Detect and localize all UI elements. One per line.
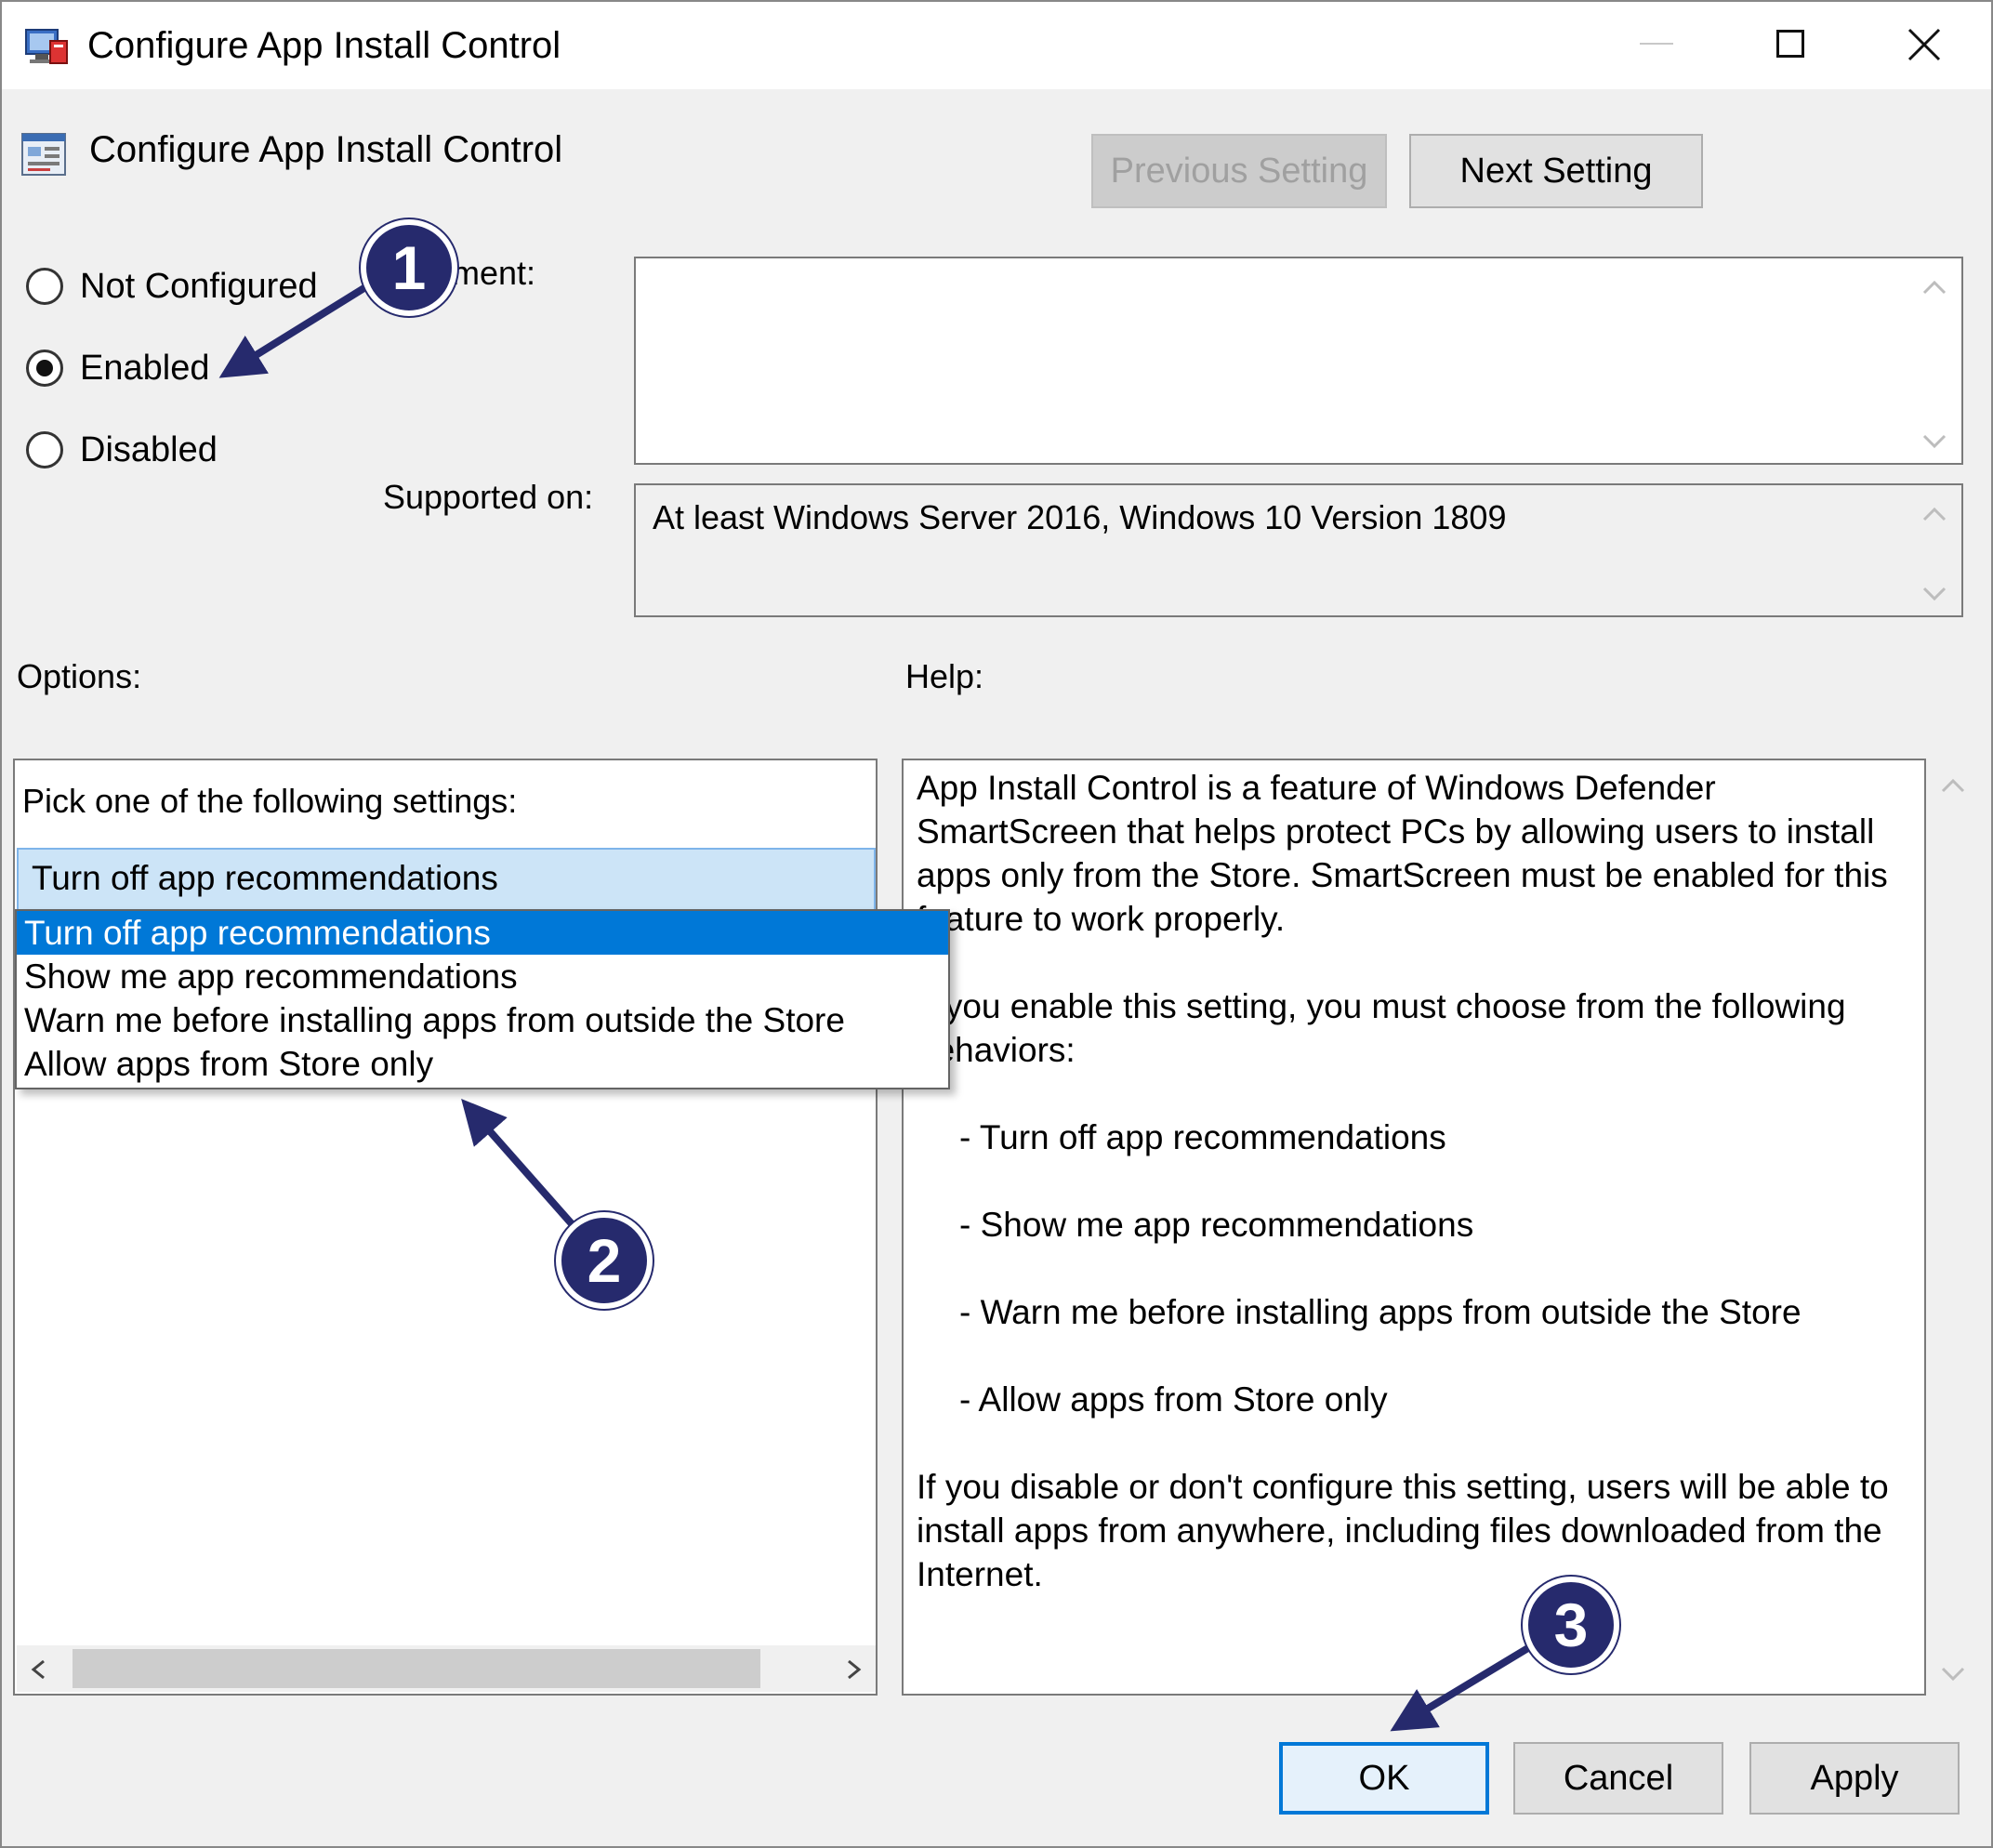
help-line: - Turn off app recommendations <box>959 1118 1446 1156</box>
callout-badge-2: 2 <box>556 1212 653 1309</box>
help-line: - Allow apps from Store only <box>959 1380 1388 1419</box>
help-line: If you enable this setting, you must cho… <box>917 987 1846 1025</box>
radio-enabled[interactable]: Enabled <box>26 342 209 394</box>
dropdown-item-store-only[interactable]: Allow apps from Store only <box>17 1042 948 1086</box>
options-panel: Pick one of the following settings: Turn… <box>13 759 878 1696</box>
chevron-up-icon[interactable] <box>1939 777 1967 794</box>
callout-badge-3: 3 <box>1523 1577 1619 1673</box>
help-line: App Install Control is a feature of Wind… <box>917 769 1716 807</box>
pick-setting-label: Pick one of the following settings: <box>22 782 518 820</box>
radio-label: Disabled <box>80 429 218 469</box>
scrollbar-thumb[interactable] <box>73 1649 760 1688</box>
help-line: - Warn me before installing apps from ou… <box>959 1293 1802 1331</box>
help-line: feature to work properly. <box>917 900 1286 938</box>
chevron-down-icon[interactable] <box>1920 586 1948 602</box>
policy-setting-icon <box>21 133 66 176</box>
ok-button[interactable]: OK <box>1279 1742 1489 1815</box>
supported-on-value: At least Windows Server 2016, Windows 10… <box>653 498 1507 536</box>
apply-button[interactable]: Apply <box>1749 1742 1960 1815</box>
comment-label: ment: <box>452 254 536 292</box>
help-line <box>917 1072 1911 1115</box>
radio-circle-checked[interactable] <box>26 350 63 387</box>
next-setting-button[interactable]: Next Setting <box>1409 134 1703 208</box>
chevron-down-icon[interactable] <box>1939 1666 1967 1683</box>
chevron-up-icon[interactable] <box>1920 279 1948 296</box>
help-line <box>917 1247 1911 1290</box>
help-line <box>917 1421 1911 1465</box>
help-line <box>917 1159 1911 1203</box>
dropdown-item-turn-off[interactable]: Turn off app recommendations <box>17 911 948 955</box>
app-install-combobox[interactable]: Turn off app recommendations <box>17 848 876 911</box>
chevron-left-icon[interactable] <box>30 1658 46 1681</box>
radio-circle[interactable] <box>26 431 63 469</box>
supported-on-label: Supported on: <box>383 478 594 516</box>
supported-on-field: At least Windows Server 2016, Windows 10… <box>634 483 1963 617</box>
help-line: If you disable or don't configure this s… <box>917 1468 1889 1506</box>
help-line <box>917 941 1911 984</box>
help-line: Internet. <box>917 1555 1043 1593</box>
cancel-button[interactable]: Cancel <box>1513 1742 1723 1815</box>
help-panel: App Install Control is a feature of Wind… <box>902 759 1926 1696</box>
combobox-dropdown-list[interactable]: Turn off app recommendations Show me app… <box>15 909 950 1089</box>
previous-setting-button[interactable]: Previous Setting <box>1091 134 1387 208</box>
options-label: Options: <box>17 657 142 695</box>
radio-label: Enabled <box>80 348 210 388</box>
window-title: Configure App Install Control <box>87 25 561 66</box>
chevron-up-icon[interactable] <box>1920 506 1948 522</box>
help-line: - Show me app recommendations <box>959 1206 1474 1244</box>
dropdown-item-warn[interactable]: Warn me before installing apps from outs… <box>17 998 948 1042</box>
title-bar[interactable]: Configure App Install Control <box>0 0 1993 89</box>
radio-disabled[interactable]: Disabled <box>26 424 218 476</box>
help-text: App Install Control is a feature of Wind… <box>917 766 1911 1596</box>
radio-circle[interactable] <box>26 268 63 305</box>
dropdown-item-show[interactable]: Show me app recommendations <box>17 955 948 998</box>
radio-not-configured[interactable]: Not Configured <box>26 260 318 312</box>
maximize-button[interactable] <box>1776 30 1804 58</box>
help-line: apps only from the Store. SmartScreen mu… <box>917 856 1888 894</box>
close-icon[interactable] <box>1906 26 1943 63</box>
help-line: behaviors: <box>917 1031 1076 1069</box>
horizontal-scrollbar[interactable] <box>17 1645 876 1692</box>
callout-badge-1: 1 <box>361 219 457 316</box>
help-line: install apps from anywhere, including fi… <box>917 1511 1882 1550</box>
policy-name: Configure App Install Control <box>89 129 563 170</box>
radio-label: Not Configured <box>80 266 318 306</box>
policy-editor-icon <box>25 29 68 64</box>
help-label: Help: <box>905 657 984 695</box>
comment-textarea[interactable] <box>634 257 1963 465</box>
chevron-right-icon[interactable] <box>846 1658 863 1681</box>
help-line: SmartScreen that helps protect PCs by al… <box>917 812 1875 851</box>
help-line <box>917 1334 1911 1378</box>
minimize-button[interactable] <box>1640 43 1673 45</box>
chevron-down-icon[interactable] <box>1920 433 1948 450</box>
